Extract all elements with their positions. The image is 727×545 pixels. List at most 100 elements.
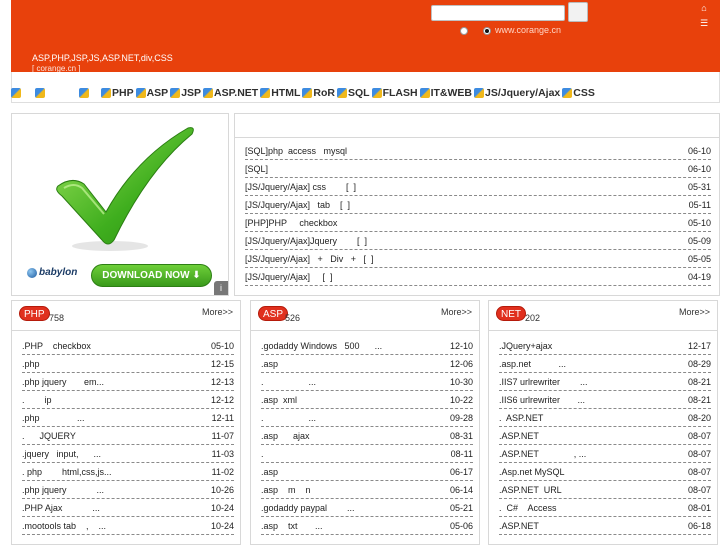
section-badge[interactable]: PHP [19, 306, 50, 321]
article-title-link[interactable]: .ASP.NET [499, 431, 539, 441]
list-item[interactable]: .php jquery ... 10-26 [22, 481, 234, 499]
nav-item[interactable]: JSP [170, 87, 201, 99]
list-item[interactable]: . ... 10-30 [261, 373, 473, 391]
category-icon[interactable] [11, 88, 21, 98]
list-item[interactable]: [JS/Jquery/Ajax] tab [ ] 05-11 [245, 196, 711, 214]
article-title-link[interactable]: .asp m n [261, 485, 311, 495]
article-title-link[interactable]: .ASP.NET URL [499, 485, 562, 495]
favorite-icon[interactable]: ☰ [699, 18, 709, 28]
list-item[interactable]: [JS/Jquery/Ajax] [ ] 04-19 [245, 268, 711, 286]
article-title-link[interactable]: [SQL]php access mysql [245, 146, 347, 156]
search-scope-radio-site[interactable] [460, 27, 468, 35]
article-title-link[interactable]: .mootools tab , ... [22, 521, 106, 531]
list-item[interactable]: .godaddy paypal ... 05-21 [261, 499, 473, 517]
nav-item[interactable]: RoR [302, 87, 335, 99]
list-item[interactable]: . php html,css,js... 11-02 [22, 463, 234, 481]
article-title-link[interactable]: .asp ajax [261, 431, 310, 441]
search-scope-radio-corange[interactable] [483, 27, 491, 35]
list-item[interactable]: .jquery input, ... 11-03 [22, 445, 234, 463]
article-title-link[interactable]: [PHP]PHP checkbox [245, 218, 337, 228]
article-title-link[interactable]: .php jquery ... [22, 485, 104, 495]
list-item[interactable]: .PHP Ajax ... 10-24 [22, 499, 234, 517]
article-title-link[interactable]: .php jquery em... [22, 377, 104, 387]
ad-info-icon[interactable]: i [214, 281, 228, 295]
list-item[interactable]: . JQUERY 11-07 [22, 427, 234, 445]
article-title-link[interactable]: .asp xml [261, 395, 297, 405]
list-item[interactable]: .IIS7 urlrewriter ... 08-21 [499, 373, 711, 391]
section-badge[interactable]: ASP [258, 306, 289, 321]
list-item[interactable]: .php 12-15 [22, 355, 234, 373]
article-title-link[interactable]: [JS/Jquery/Ajax] css [ ] [245, 182, 356, 192]
article-title-link[interactable]: . C# Access [499, 503, 557, 513]
list-item[interactable]: [PHP]PHP checkbox 05-10 [245, 214, 711, 232]
home-icon[interactable]: ⌂ [699, 3, 709, 13]
article-title-link[interactable]: [JS/Jquery/Ajax] + Div + [ ] [245, 254, 374, 264]
article-title-link[interactable]: . ip [22, 395, 52, 405]
list-item[interactable]: .ASP.NET , ... 08-07 [499, 445, 711, 463]
article-title-link[interactable]: .php ... [22, 413, 85, 423]
category-icon[interactable] [79, 88, 89, 98]
list-item[interactable]: .mootools tab , ... 10-24 [22, 517, 234, 535]
download-now-button[interactable]: DOWNLOAD NOW ⬇ [91, 264, 212, 287]
nav-item[interactable]: ASP.NET [203, 87, 258, 99]
article-title-link[interactable]: . php html,css,js... [22, 467, 112, 477]
list-item[interactable]: .IIS6 urlrewriter ... 08-21 [499, 391, 711, 409]
article-title-link[interactable]: .Asp.net MySQL [499, 467, 565, 477]
search-button[interactable] [568, 2, 588, 22]
search-input[interactable] [431, 5, 565, 21]
more-link[interactable]: More>> [679, 307, 710, 317]
list-item[interactable]: . C# Access 08-01 [499, 499, 711, 517]
list-item[interactable]: [SQL]php access mysql 06-10 [245, 142, 711, 160]
list-item[interactable]: .ASP.NET URL 08-07 [499, 481, 711, 499]
more-link[interactable]: More>> [441, 307, 472, 317]
ad-banner[interactable]: babylon DOWNLOAD NOW ⬇ i [11, 113, 229, 296]
list-item[interactable]: .godaddy Windows 500 ... 12-10 [261, 337, 473, 355]
list-item[interactable]: .asp xml 10-22 [261, 391, 473, 409]
list-item[interactable]: .ASP.NET 06-18 [499, 517, 711, 535]
article-title-link[interactable]: . JQUERY [22, 431, 76, 441]
list-item[interactable]: [JS/Jquery/Ajax]Jquery [ ] 05-09 [245, 232, 711, 250]
article-title-link[interactable]: .php [22, 359, 40, 369]
article-title-link[interactable]: .ASP.NET [499, 521, 539, 531]
article-title-link[interactable]: .IIS6 urlrewriter ... [499, 395, 585, 405]
article-title-link[interactable]: .PHP Ajax ... [22, 503, 100, 513]
list-item[interactable]: . ASP.NET 08-20 [499, 409, 711, 427]
list-item[interactable]: .ASP.NET 08-07 [499, 427, 711, 445]
article-title-link[interactable]: .godaddy Windows 500 ... [261, 341, 382, 351]
article-title-link[interactable]: . ... [261, 413, 316, 423]
article-title-link[interactable]: .godaddy paypal ... [261, 503, 355, 513]
list-item[interactable]: [SQL] 06-10 [245, 160, 711, 178]
article-title-link[interactable]: [JS/Jquery/Ajax] tab [ ] [245, 200, 350, 210]
list-item[interactable]: . 08-11 [261, 445, 473, 463]
list-item[interactable]: .php ... 12-11 [22, 409, 234, 427]
list-item[interactable]: [JS/Jquery/Ajax] + Div + [ ] 05-05 [245, 250, 711, 268]
nav-item[interactable]: FLASH [371, 87, 418, 99]
list-item[interactable]: .JQuery+ajax 12-17 [499, 337, 711, 355]
article-title-link[interactable]: .IIS7 urlrewriter ... [499, 377, 588, 387]
list-item[interactable]: .php jquery em... 12-13 [22, 373, 234, 391]
list-item[interactable]: .asp txt ... 05-06 [261, 517, 473, 535]
article-title-link[interactable]: [SQL] [245, 164, 268, 174]
nav-item[interactable]: JS/Jquery/Ajax [473, 87, 560, 99]
list-item[interactable]: .PHP checkbox 05-10 [22, 337, 234, 355]
category-icon[interactable] [35, 88, 45, 98]
nav-item[interactable]: SQL [336, 87, 370, 99]
article-title-link[interactable]: [JS/Jquery/Ajax]Jquery [ ] [245, 236, 367, 246]
article-title-link[interactable]: [JS/Jquery/Ajax] [ ] [245, 272, 333, 282]
nav-item[interactable]: CSS [562, 87, 595, 99]
list-item[interactable]: . ip 12-12 [22, 391, 234, 409]
article-title-link[interactable]: .PHP checkbox [22, 341, 91, 351]
list-item[interactable]: .Asp.net MySQL 08-07 [499, 463, 711, 481]
article-title-link[interactable]: .asp [261, 467, 278, 477]
list-item[interactable]: .asp ajax 08-31 [261, 427, 473, 445]
list-item[interactable]: .asp m n 06-14 [261, 481, 473, 499]
section-badge[interactable]: NET [496, 306, 526, 321]
list-item[interactable]: [JS/Jquery/Ajax] css [ ] 05-31 [245, 178, 711, 196]
list-item[interactable]: .asp.net ... 08-29 [499, 355, 711, 373]
more-link[interactable]: More>> [202, 307, 233, 317]
nav-item[interactable]: IT&WEB [419, 87, 472, 99]
article-title-link[interactable]: .asp txt ... [261, 521, 323, 531]
article-title-link[interactable]: .JQuery+ajax [499, 341, 552, 351]
article-title-link[interactable]: . ASP.NET [499, 413, 543, 423]
article-title-link[interactable]: .asp [261, 359, 278, 369]
